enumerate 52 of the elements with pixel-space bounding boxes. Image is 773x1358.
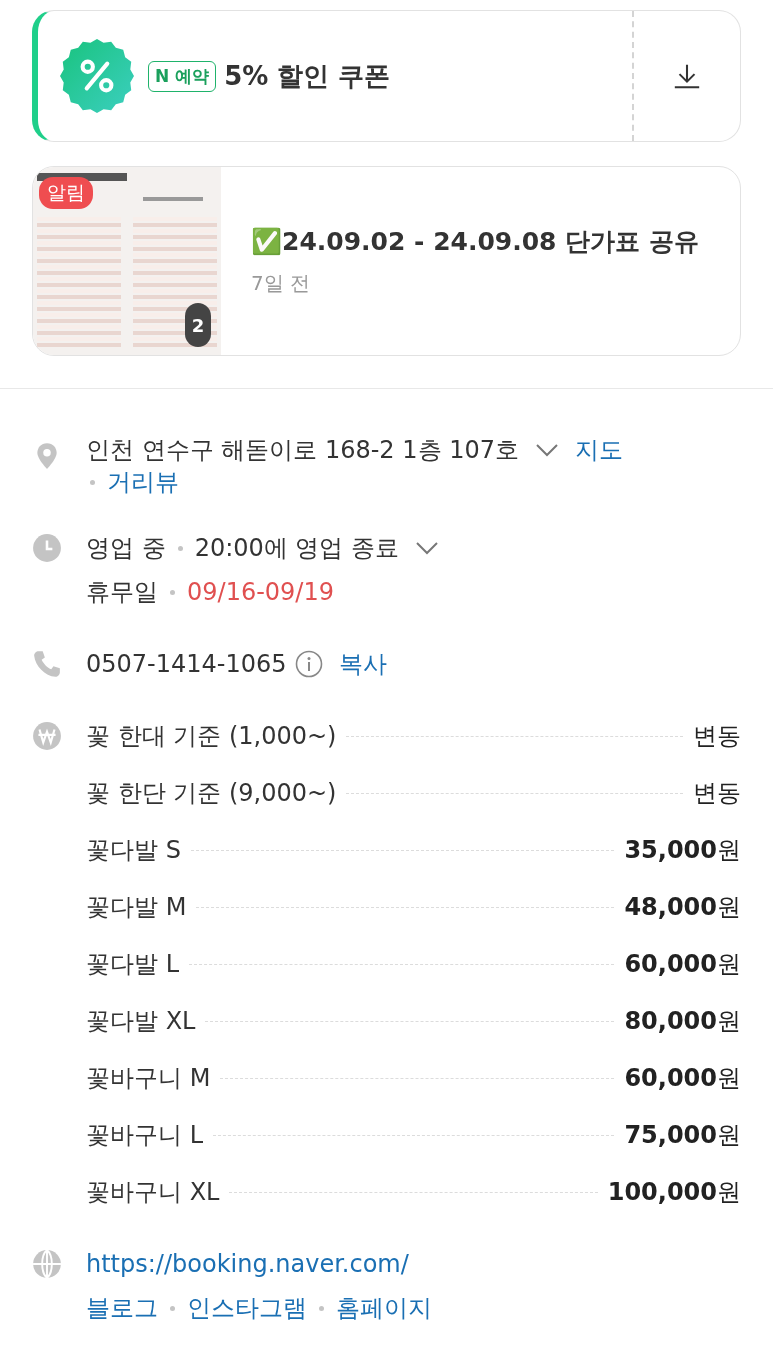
separator-dot bbox=[90, 479, 95, 485]
notice-time: 7일 전 bbox=[251, 270, 312, 297]
social-link[interactable]: 홈페이지 bbox=[336, 1292, 432, 1324]
menu-item-name: 꽃다발 S bbox=[86, 835, 181, 866]
coupon-title: 5% 할인 쿠폰 bbox=[224, 59, 391, 93]
menu-item-price: 60,000원 bbox=[624, 1063, 741, 1094]
image-count: 2 bbox=[185, 303, 211, 347]
menu-item-name: 꽃 한단 기준 (9,000~) bbox=[86, 778, 337, 809]
menu-item-price: 80,000원 bbox=[624, 1006, 741, 1037]
menu-item-price: 60,000원 bbox=[624, 949, 741, 980]
address-link[interactable]: 지도 bbox=[574, 434, 623, 466]
menu-item-name: 꽃다발 XL bbox=[86, 1006, 196, 1037]
separator-dot bbox=[170, 589, 175, 595]
closing-time: 20:00에 영업 종료 bbox=[194, 533, 400, 564]
separator-dot bbox=[177, 545, 183, 551]
phone-number: 0507-1414-1065 bbox=[86, 650, 287, 678]
menu-item-price: 변동 bbox=[693, 778, 741, 809]
notice-badge: 알림 bbox=[39, 177, 93, 209]
info-icon[interactable] bbox=[294, 650, 323, 678]
notice-title: ✅24.09.02 - 24.09.08 단가표 공유 bbox=[251, 226, 699, 258]
menu-item-name: 꽃바구니 XL bbox=[86, 1177, 220, 1208]
website-link[interactable]: https://booking.naver.com/ bbox=[86, 1250, 409, 1278]
social-link[interactable]: 블로그 bbox=[86, 1292, 158, 1324]
social-link[interactable]: 인스타그램 bbox=[187, 1292, 307, 1324]
address-link[interactable]: 거리뷰 bbox=[107, 466, 179, 498]
menu-item-name: 꽃 한대 기준 (1,000~) bbox=[86, 721, 337, 752]
menu-item-price: 35,000원 bbox=[624, 835, 741, 866]
menu-item-name: 꽃바구니 M bbox=[86, 1063, 211, 1094]
menu-item-price: 48,000원 bbox=[624, 892, 741, 923]
won-icon bbox=[32, 721, 62, 751]
clock-icon bbox=[32, 533, 62, 563]
menu-item-name: 꽃바구니 L bbox=[86, 1120, 203, 1151]
separator-dot bbox=[170, 1305, 175, 1311]
holiday-label: 휴무일 bbox=[86, 577, 158, 608]
menu-item-name: 꽃다발 L bbox=[86, 949, 179, 980]
separator-dot bbox=[319, 1305, 324, 1311]
coupon-card[interactable]: N 예약 5% 할인 쿠폰 bbox=[32, 10, 741, 142]
address-text: 인천 연수구 해돋이로 168-2 1층 107호 bbox=[86, 435, 519, 466]
notice-card[interactable]: 알림 2 ✅24.09.02 - 24.09.08 단가표 공유 7일 전 bbox=[32, 166, 741, 356]
chevron-down-icon[interactable] bbox=[534, 442, 559, 458]
percent-badge-icon bbox=[60, 39, 134, 113]
copy-link[interactable]: 복사 bbox=[338, 648, 387, 680]
open-status: 영업 중 bbox=[86, 533, 166, 564]
booking-tag: N 예약 bbox=[148, 60, 217, 92]
menu-item-price: 변동 bbox=[693, 721, 741, 752]
menu-item-price: 100,000원 bbox=[607, 1177, 741, 1208]
globe-icon bbox=[32, 1249, 62, 1279]
menu-item-name: 꽃다발 M bbox=[86, 892, 187, 923]
chevron-down-icon[interactable] bbox=[415, 540, 440, 556]
phone-icon bbox=[32, 649, 62, 679]
menu-item-price: 75,000원 bbox=[624, 1120, 741, 1151]
holiday-dates: 09/16-09/19 bbox=[187, 578, 334, 606]
